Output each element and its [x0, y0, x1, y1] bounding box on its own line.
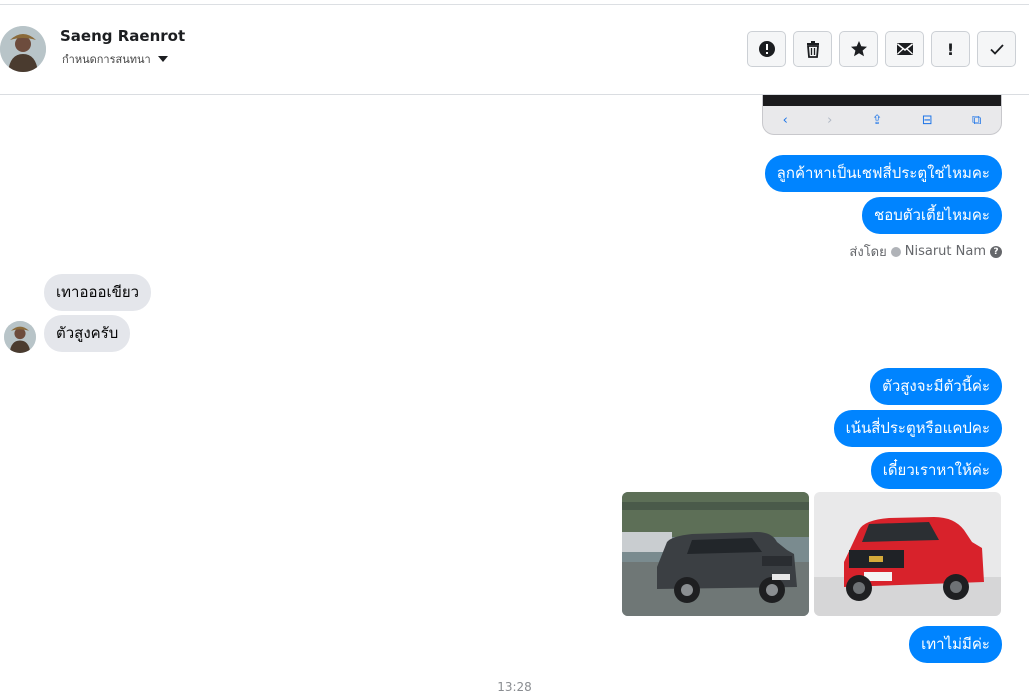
shared-screenshot-image[interactable]: ‹ › ⇪ ⊟ ⧉ [762, 95, 1002, 135]
outgoing-message[interactable]: เดี๋ยวเราหาให้ค่ะ [870, 452, 1002, 489]
trash-icon [806, 41, 819, 58]
star-button[interactable] [839, 31, 878, 67]
contact-avatar-small[interactable] [4, 321, 36, 353]
alert-circle-icon [758, 41, 775, 57]
outgoing-message[interactable]: ลูกค้าหาเป็นเชฟสี่ประตูใช่ไหมคะ [764, 155, 1002, 192]
outgoing-message[interactable]: เน้นสี่ประตูหรือแคปคะ [833, 410, 1002, 447]
bookmarks-icon: ⊟ [921, 112, 933, 128]
forward-arrow-icon: › [827, 112, 833, 128]
help-icon[interactable]: ? [990, 245, 1002, 258]
mark-done-button[interactable] [977, 31, 1016, 67]
screenshot-dark-area [763, 95, 1001, 106]
back-arrow-icon: ‹ [782, 112, 788, 128]
follow-up-button[interactable]: ! [931, 31, 970, 67]
timestamp-divider: 13:28 [497, 680, 532, 691]
contact-avatar[interactable] [0, 26, 46, 72]
contact-name[interactable]: Saeng Raenrot [60, 27, 185, 45]
checkmark-icon [989, 44, 1004, 55]
incoming-message[interactable]: ตัวสูงครับ [44, 315, 131, 352]
mark-unread-button[interactable] [885, 31, 924, 67]
conversation-toolbar: ! [747, 31, 1016, 67]
tabs-icon: ⧉ [972, 112, 982, 128]
report-spam-button[interactable] [747, 31, 786, 67]
conversation-header: Saeng Raenrot กำหนดการสนทนา ! [0, 5, 1029, 95]
envelope-icon [896, 43, 913, 55]
conversation-settings-label: กำหนดการสนทนา [62, 53, 151, 66]
conversation-settings-dropdown[interactable]: กำหนดการสนทนา [62, 50, 168, 68]
sent-by-label: ส่งโดย Nisarut Nam ? [849, 241, 1002, 262]
safari-toolbar-image: ‹ › ⇪ ⊟ ⧉ [763, 106, 1001, 134]
truck-photo-red[interactable] [814, 492, 1001, 616]
message-thread[interactable]: ‹ › ⇪ ⊟ ⧉ ลูกค้าหาเป็นเชฟสี่ประตูใช่ไหมค… [0, 95, 1029, 691]
share-icon: ⇪ [871, 112, 883, 128]
star-icon [850, 41, 867, 57]
delete-button[interactable] [793, 31, 832, 67]
outgoing-message[interactable]: ตัวสูงจะมีตัวนี้ค่ะ [870, 368, 1002, 405]
sender-name[interactable]: Nisarut Nam [905, 244, 986, 259]
caret-down-icon [157, 56, 168, 62]
outgoing-message[interactable]: ชอบตัวเตี้ยไหมคะ [862, 197, 1002, 234]
incoming-message[interactable]: เทาอออเขียว [44, 274, 152, 311]
verified-icon [890, 246, 901, 257]
truck-photo-grey[interactable] [622, 492, 809, 616]
outgoing-message[interactable]: เทาไม่มีค่ะ [909, 626, 1002, 663]
exclamation-icon: ! [946, 39, 955, 59]
sent-by-prefix: ส่งโดย [849, 245, 887, 260]
